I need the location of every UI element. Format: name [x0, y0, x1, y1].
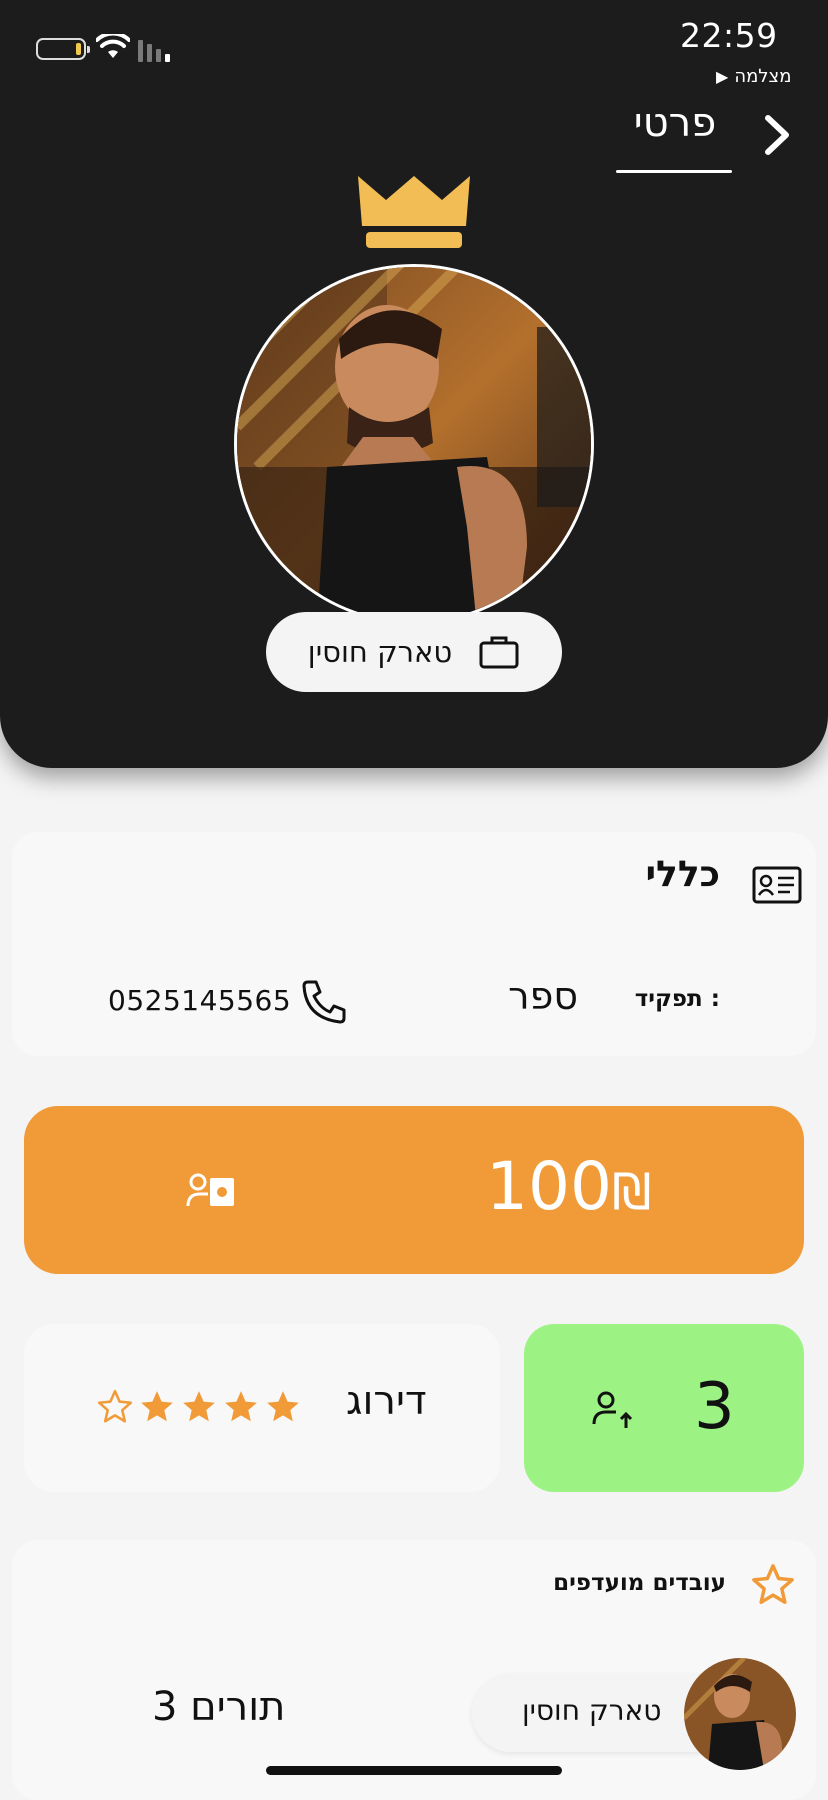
role-value: ספר [508, 974, 578, 1018]
star-filled-icon [225, 1391, 257, 1422]
rating-stars [96, 1388, 302, 1426]
rating-label: דירוג [346, 1378, 427, 1424]
status-time: 22:59 [680, 16, 778, 55]
crown-icon [358, 176, 470, 248]
general-info-card: כללי תפקיד : ספר 0525145565 [12, 832, 816, 1056]
back-app-label: מצלמה [734, 66, 792, 87]
favorites-card: עובדים מועדפים 3 תורים טארק חוסין [12, 1540, 816, 1800]
balance-amount: 100₪ [486, 1148, 651, 1225]
clients-card[interactable]: 3 [524, 1324, 804, 1492]
profile-header: 22:59 ▶ מצלמה פרטי טארק חוסין [0, 0, 828, 768]
money-icon [186, 1173, 234, 1207]
role-label: תפקיד : [634, 986, 720, 1012]
chevron-right-icon[interactable] [762, 112, 792, 158]
user-up-icon [592, 1391, 633, 1428]
phone-icon[interactable] [300, 978, 348, 1026]
currency-symbol: ₪ [611, 1163, 652, 1221]
star-empty-icon [97, 1389, 133, 1423]
general-title: כללי [645, 854, 720, 895]
star-filled-icon [267, 1391, 299, 1422]
favorite-employee-name: טארק חוסין [522, 1694, 662, 1727]
rating-card[interactable]: דירוג [24, 1324, 500, 1492]
battery-icon [36, 38, 90, 60]
wifi-icon [96, 34, 130, 58]
play-icon: ▶ [716, 67, 729, 86]
star-filled-icon [141, 1391, 173, 1422]
employee-name-pill[interactable]: טארק חוסין [266, 612, 562, 692]
id-card-icon [752, 866, 802, 904]
favorites-title: עובדים מועדפים [553, 1570, 726, 1596]
phone-number[interactable]: 0525145565 [108, 984, 291, 1017]
star-filled-icon [183, 1391, 215, 1422]
balance-value: 100 [486, 1148, 612, 1225]
favorite-employee-avatar[interactable] [684, 1658, 796, 1770]
favorite-appointments-count: 3 תורים [152, 1684, 286, 1730]
tab-details[interactable]: פרטי [618, 100, 732, 146]
signal-icon [138, 38, 170, 62]
tab-underline [616, 170, 732, 173]
back-to-app-link[interactable]: ▶ מצלמה [716, 66, 791, 87]
balance-card[interactable]: 100₪ [24, 1106, 804, 1274]
profile-photo [234, 264, 594, 624]
star-icon [752, 1564, 794, 1604]
clients-count: 3 [694, 1370, 735, 1444]
briefcase-icon [479, 636, 519, 669]
home-indicator [266, 1766, 562, 1775]
employee-name: טארק חוסין [307, 635, 453, 669]
